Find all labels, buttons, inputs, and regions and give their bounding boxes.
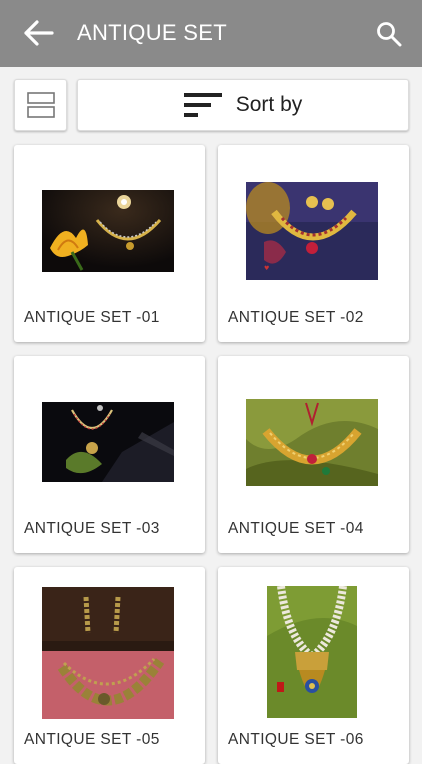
product-image [42,190,174,272]
sort-button[interactable]: Sort by [77,79,409,131]
product-name: ANTIQUE SET -04 [228,520,364,537]
view-toggle-button[interactable] [14,79,67,131]
product-card[interactable]: ANTIQUE SET -06 [218,567,409,764]
product-card[interactable]: ♥ ANTIQUE SET -02 [218,145,409,342]
product-card[interactable]: ANTIQUE SET -04 [218,356,409,553]
sort-label: Sort by [235,93,303,116]
product-grid: ANTIQUE SET -01 ♥ ANTIQUE SET -02 ANTIQU… [0,141,422,764]
search-button[interactable] [372,17,406,51]
product-image [246,399,378,486]
back-button[interactable] [22,17,56,49]
product-card[interactable]: ANTIQUE SET -03 [14,356,205,553]
product-name: ANTIQUE SET -02 [228,309,364,326]
product-image: ♥ [246,182,378,280]
product-card[interactable]: ANTIQUE SET -01 [14,145,205,342]
product-name: ANTIQUE SET -01 [24,309,160,326]
product-name: ANTIQUE SET -06 [228,731,364,748]
product-name: ANTIQUE SET -03 [24,520,160,537]
product-image [42,587,174,719]
toolbar: Sort by [0,67,422,141]
sort-icon [183,92,222,118]
search-icon [377,22,402,47]
product-name: ANTIQUE SET -05 [24,731,160,748]
app-bar: ANTIQUE SET [0,0,422,67]
product-image [267,586,357,718]
product-image [42,402,174,482]
product-card[interactable]: ANTIQUE SET -05 [14,567,205,764]
page-title: ANTIQUE SET [77,20,227,45]
grid-list-toggle-icon [26,92,55,118]
svg-text:♥: ♥ [264,265,269,272]
arrow-left-icon [24,20,54,46]
